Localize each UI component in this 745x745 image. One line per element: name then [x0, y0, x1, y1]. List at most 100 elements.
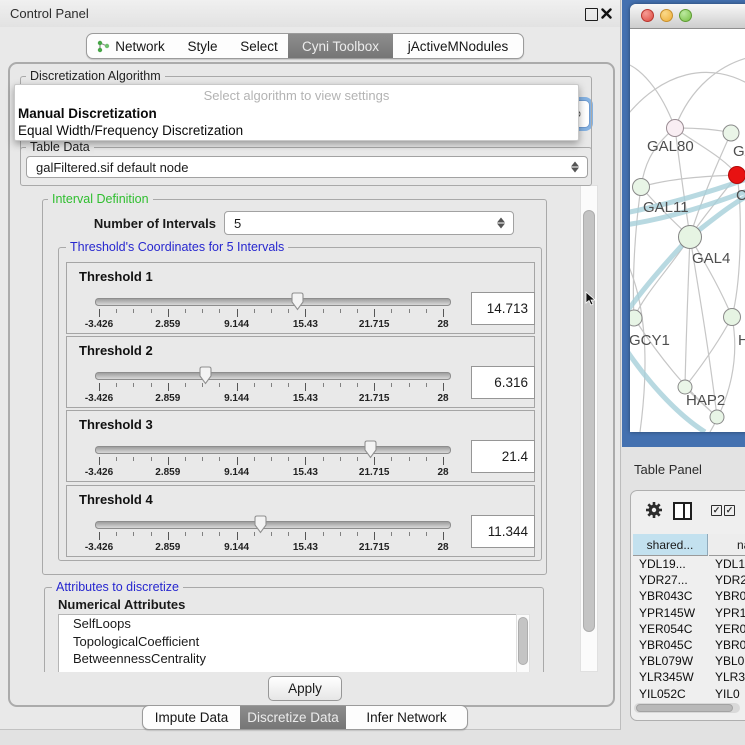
- columns-icon[interactable]: [673, 502, 692, 520]
- slider-tick: [357, 309, 358, 313]
- select-columns-icon[interactable]: ✓: [711, 505, 722, 516]
- slider-tick: [443, 457, 444, 465]
- tab-impute-data[interactable]: Impute Data: [143, 706, 240, 729]
- network-node-label: GAL11: [643, 199, 689, 216]
- table-row[interactable]: YPR145WYPR1: [633, 606, 745, 622]
- mac-zoom-icon[interactable]: [679, 9, 692, 22]
- table-row[interactable]: YLR345WYLR3: [633, 670, 745, 686]
- tab-jactivemnodules[interactable]: jActiveMNodules: [393, 34, 523, 58]
- slider-tick: [151, 309, 152, 313]
- slider-tick: [409, 532, 410, 536]
- slider-tick-label: 2.859: [155, 319, 180, 330]
- slider-tick-label: 21.715: [359, 542, 390, 553]
- number-of-intervals-value: 5: [234, 216, 241, 231]
- column-header-name[interactable]: name: [709, 534, 745, 556]
- threshold-slider-track[interactable]: [95, 446, 451, 454]
- threshold-value-field[interactable]: 21.4: [471, 440, 535, 473]
- column-header-shared-name[interactable]: shared...: [633, 534, 708, 556]
- table-row[interactable]: YBR043CYBR0: [633, 589, 745, 605]
- algorithm-option-manual-discretization[interactable]: Manual Discretization: [18, 105, 574, 122]
- cyni-mode-tabs: Impute DataDiscretize DataInfer Network: [142, 705, 468, 730]
- attribute-item[interactable]: TopologicalCoefficient: [59, 633, 516, 651]
- number-of-intervals-select[interactable]: 5: [224, 211, 514, 235]
- slider-tick: [237, 383, 238, 391]
- float-window-icon[interactable]: [585, 8, 598, 21]
- select-columns-icon-2[interactable]: ✓: [724, 505, 735, 516]
- network-edge: [675, 56, 745, 128]
- slider-tick: [254, 383, 255, 387]
- table-row[interactable]: YIL052CYIL0: [633, 687, 745, 703]
- tab-infer-network[interactable]: Infer Network: [346, 706, 467, 729]
- network-node-unnamed[interactable]: [710, 410, 724, 424]
- tab-cyni-toolbox[interactable]: Cyni Toolbox: [288, 34, 393, 58]
- table-row[interactable]: YBL079WYBL0: [633, 654, 745, 670]
- apply-button[interactable]: Apply: [268, 676, 342, 701]
- network-window-titlebar: [630, 4, 745, 29]
- slider-tick: [219, 309, 220, 313]
- network-node-gal11[interactable]: [633, 179, 650, 196]
- threshold-label: Threshold 4: [79, 492, 153, 507]
- slider-tick: [116, 532, 117, 536]
- slider-tick: [357, 457, 358, 461]
- table-horizontal-scrollbar[interactable]: [634, 703, 740, 713]
- slider-tick: [323, 457, 324, 461]
- network-node-gcy1[interactable]: [630, 310, 642, 326]
- tab-select[interactable]: Select: [230, 34, 288, 58]
- network-node-gal4[interactable]: [679, 226, 702, 249]
- tab-discretize-data[interactable]: Discretize Data: [240, 706, 346, 729]
- table-row[interactable]: YDL19...YDL1: [633, 557, 745, 573]
- network-canvas[interactable]: GAL80GACGAL11GAL4GCY1HHAP2: [630, 28, 745, 432]
- tab-network[interactable]: Network: [87, 34, 175, 58]
- slider-tick: [185, 532, 186, 536]
- network-icon: [97, 39, 110, 53]
- slider-tick: [185, 383, 186, 387]
- slider-tick: [426, 457, 427, 461]
- threshold-slider-thumb[interactable]: [290, 292, 305, 311]
- table-data-select[interactable]: galFiltered.sif default node: [26, 156, 588, 178]
- network-edge: [685, 237, 690, 387]
- network-node-label: GAL80: [647, 138, 694, 155]
- attributes-list-scrollbar[interactable]: [516, 614, 530, 672]
- mac-close-icon[interactable]: [641, 9, 654, 22]
- threshold-slider-track[interactable]: [95, 372, 451, 380]
- close-icon[interactable]: [601, 8, 612, 19]
- slider-tick-label: 2.859: [155, 467, 180, 478]
- slider-tick: [340, 532, 341, 536]
- table-row[interactable]: YER054CYER0: [633, 622, 745, 638]
- attribute-item[interactable]: BetweennessCentrality: [59, 650, 516, 668]
- threshold-panel-4: Threshold 4-3.4262.8599.14415.4321.71528…: [66, 485, 535, 557]
- threshold-value-field[interactable]: 14.713: [471, 292, 535, 325]
- table-row[interactable]: YBR045CYBR0: [633, 638, 745, 654]
- network-node-label: C: [736, 187, 745, 204]
- threshold-slider-thumb[interactable]: [253, 515, 268, 534]
- algorithm-option-equal-width-frequency-discreti[interactable]: Equal Width/Frequency Discretization: [18, 122, 574, 139]
- threshold-slider-thumb[interactable]: [198, 366, 213, 385]
- attribute-item[interactable]: SelfLoops: [59, 615, 516, 633]
- slider-tick-label: 9.144: [224, 393, 249, 404]
- network-node-ga[interactable]: [723, 125, 739, 141]
- network-node-gal80[interactable]: [667, 120, 684, 137]
- slider-tick-label: 21.715: [359, 319, 390, 330]
- tab-label: Style: [187, 39, 217, 54]
- network-node-label: GCY1: [630, 332, 670, 349]
- tab-label: Network: [115, 39, 165, 54]
- table-row[interactable]: YDR27...YDR2: [633, 573, 745, 589]
- threshold-slider-track[interactable]: [95, 521, 451, 529]
- tab-style[interactable]: Style: [175, 34, 230, 58]
- threshold-panel-1: Threshold 1-3.4262.8599.14415.4321.71528…: [66, 262, 535, 334]
- mac-minimize-icon[interactable]: [660, 9, 673, 22]
- threshold-value-field[interactable]: 6.316: [471, 366, 535, 399]
- gear-icon[interactable]: [645, 501, 663, 519]
- slider-tick-label: -3.426: [85, 319, 113, 330]
- thresholds-group-label: Threshold's Coordinates for 5 Intervals: [66, 240, 288, 254]
- network-node-red-node[interactable]: [729, 167, 745, 184]
- threshold-value-field[interactable]: 11.344: [471, 515, 535, 548]
- slider-tick-label: 28: [437, 542, 448, 553]
- network-node-label: GAL4: [692, 250, 730, 267]
- network-node-h[interactable]: [724, 309, 741, 326]
- threshold-slider-track[interactable]: [95, 298, 451, 306]
- threshold-slider-thumb[interactable]: [363, 440, 378, 459]
- slider-tick: [202, 457, 203, 461]
- slider-tick: [288, 383, 289, 387]
- settings-scrollbar[interactable]: [580, 185, 598, 672]
